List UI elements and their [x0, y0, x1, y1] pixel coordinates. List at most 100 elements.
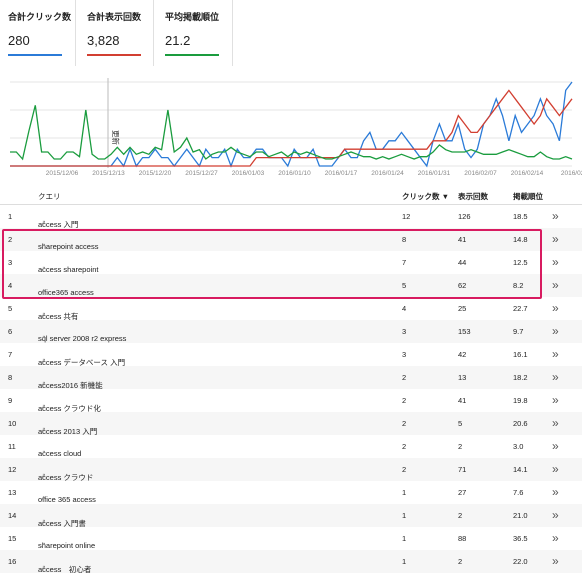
- series-line-position: [10, 105, 573, 161]
- table-row[interactable]: 12 access クラウド ↗ 2 71 14.1»: [0, 458, 582, 482]
- table-row[interactable]: 15 sharepoint online ↗ 1 88 36.5 »: [0, 527, 582, 550]
- table-row[interactable]: 1 access 入門 ↗ 12 126 18.5»: [0, 205, 582, 229]
- open-row-icon[interactable]: »: [552, 439, 559, 453]
- metric-underline: [165, 54, 219, 56]
- table-row[interactable]: 10 access 2013 入門 ↗ 2 5 20.6»: [0, 412, 582, 436]
- external-link-icon[interactable]: ↗: [40, 403, 46, 411]
- open-row-icon[interactable]: »: [552, 324, 559, 338]
- impressions-value: 41: [458, 396, 467, 405]
- impressions-value: 25: [458, 304, 467, 313]
- external-link-icon[interactable]: ↗: [40, 334, 46, 342]
- clicks-value: 1: [402, 534, 407, 543]
- query-label[interactable]: sql server 2008 r2 express: [38, 334, 126, 343]
- x-tick-label: 2016/02/: [561, 170, 582, 177]
- open-row-icon[interactable]: »: [552, 393, 559, 407]
- col-header-query[interactable]: クエリ: [38, 191, 61, 202]
- impressions-value: 153: [458, 327, 471, 336]
- open-row-icon[interactable]: »: [552, 485, 559, 499]
- query-label[interactable]: access 初心者: [38, 564, 91, 575]
- annotation-label: 更新: [111, 130, 121, 145]
- row-number: 15: [8, 534, 17, 543]
- impressions-value: 13: [458, 373, 467, 382]
- open-row-icon[interactable]: »: [552, 232, 559, 246]
- external-link-icon[interactable]: ↗: [40, 472, 46, 480]
- impressions-value: 88: [458, 534, 467, 543]
- col-header-clicks[interactable]: クリック数 ▼: [402, 191, 449, 202]
- row-number: 10: [8, 419, 17, 428]
- external-link-icon[interactable]: ↗: [40, 541, 46, 549]
- clicks-value: 1: [402, 488, 407, 497]
- open-row-icon[interactable]: »: [552, 255, 559, 269]
- open-row-icon[interactable]: »: [552, 278, 559, 292]
- table-row[interactable]: 11 access cloud ↗ 2 2 3.0»: [0, 435, 582, 458]
- table-row[interactable]: 16 access 初心者 ↗ 1 2 22.0 »: [0, 550, 582, 575]
- clicks-value: 2: [402, 396, 407, 405]
- table-row[interactable]: 13 office 365 access ↗ 1 27 7.6 »: [0, 481, 582, 504]
- table-row[interactable]: 14 access 入門書 ↗ 1 2 21.0»: [0, 504, 582, 528]
- row-number: 8: [8, 373, 13, 382]
- row-number: 1: [8, 212, 13, 221]
- impressions-value: 2: [458, 557, 463, 566]
- external-link-icon[interactable]: ↗: [40, 449, 46, 457]
- row-number: 9: [8, 396, 13, 405]
- table-row[interactable]: 8 access2016 新機能 ↗ 2 13 18.2»: [0, 366, 582, 390]
- impressions-value: 5: [458, 419, 463, 428]
- impressions-value: 2: [458, 511, 463, 520]
- open-row-icon[interactable]: »: [552, 462, 559, 476]
- external-link-icon[interactable]: ↗: [40, 426, 46, 434]
- col-header-position[interactable]: 掲載順位: [513, 191, 543, 202]
- query-label[interactable]: sharepoint online: [38, 541, 95, 550]
- clicks-value: 4: [402, 304, 407, 313]
- row-number: 13: [8, 488, 17, 497]
- open-row-icon[interactable]: »: [552, 301, 559, 315]
- position-value: 16.1: [513, 350, 528, 359]
- performance-chart: 更新 2015/12/06 2015/12/13 2015/12/20 2015/12…: [10, 78, 582, 177]
- table-row[interactable]: 7 access データベース 入門 ↗ 3 42 16.1»: [0, 343, 582, 367]
- position-value: 9.7: [513, 327, 524, 336]
- external-link-icon[interactable]: ↗: [40, 357, 46, 365]
- impressions-value: 27: [458, 488, 467, 497]
- external-link-icon[interactable]: ↗: [40, 219, 46, 227]
- table-row[interactable]: 6 sql server 2008 r2 express ↗ 3 153 9.7 »: [0, 320, 582, 343]
- divider: [153, 0, 154, 66]
- table-row[interactable]: 9 access クラウド化 ↗ 2 41 19.8»: [0, 389, 582, 413]
- metric-value: 280: [8, 33, 30, 48]
- external-link-icon[interactable]: ↗: [40, 380, 46, 388]
- external-link-icon[interactable]: ↗: [40, 564, 46, 572]
- position-value: 22.0: [513, 557, 528, 566]
- row-number: 14: [8, 511, 17, 520]
- metric-underline: [8, 54, 62, 56]
- external-link-icon[interactable]: ↗: [40, 518, 46, 526]
- open-row-icon[interactable]: »: [552, 554, 559, 568]
- open-row-icon[interactable]: »: [552, 209, 559, 223]
- x-tick-label: 2016/02/14: [511, 170, 544, 177]
- clicks-value: 2: [402, 442, 407, 451]
- position-value: 18.5: [513, 212, 528, 221]
- row-number: 11: [8, 442, 16, 451]
- metric-label: 合計クリック数: [8, 12, 72, 22]
- open-row-icon[interactable]: »: [552, 508, 559, 522]
- open-row-icon[interactable]: »: [552, 416, 559, 430]
- metric-label: 合計表示回数: [87, 12, 142, 22]
- query-label[interactable]: office 365 access: [38, 495, 96, 504]
- table-header: クエリ クリック数 ▼ 表示回数 掲載順位: [0, 184, 582, 205]
- open-row-icon[interactable]: »: [552, 347, 559, 361]
- col-header-impressions[interactable]: 表示回数: [458, 191, 488, 202]
- position-value: 3.0: [513, 442, 524, 451]
- open-row-icon[interactable]: »: [552, 531, 559, 545]
- divider: [232, 0, 233, 66]
- clicks-value: 3: [402, 327, 407, 336]
- position-value: 20.6: [513, 419, 528, 428]
- position-value: 22.7: [513, 304, 528, 313]
- position-value: 36.5: [513, 534, 528, 543]
- highlight-box: [2, 229, 542, 299]
- divider: [75, 0, 76, 66]
- impressions-value: 71: [458, 465, 467, 474]
- row-number: 7: [8, 350, 13, 359]
- external-link-icon[interactable]: ↗: [40, 495, 46, 503]
- open-row-icon[interactable]: »: [552, 370, 559, 384]
- external-link-icon[interactable]: ↗: [40, 311, 46, 319]
- table-row[interactable]: 5 access 共有 ↗ 4 25 22.7»: [0, 297, 582, 321]
- position-value: 18.2: [513, 373, 528, 382]
- clicks-value: 1: [402, 511, 407, 520]
